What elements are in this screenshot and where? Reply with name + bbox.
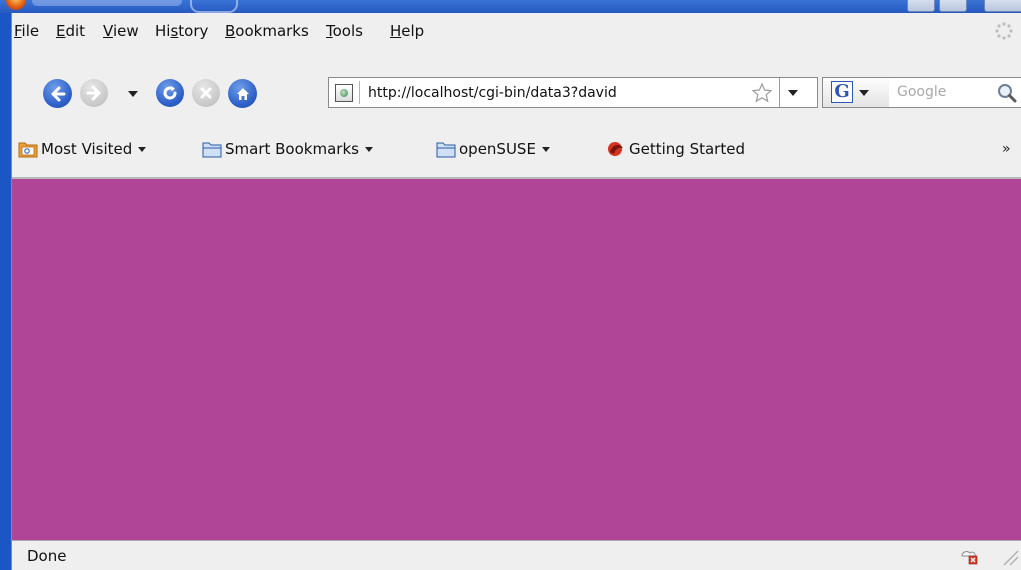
chevron-down-icon <box>541 146 550 152</box>
firefox-bookmark-icon <box>608 142 623 156</box>
menu-help[interactable]: Help <box>390 23 424 40</box>
window-title-bar <box>0 0 1021 13</box>
back-arrow-icon <box>51 86 65 101</box>
google-engine-icon: G <box>831 81 853 103</box>
url-text[interactable]: http://localhost/cgi-bin/data3?david <box>368 84 617 102</box>
history-dropdown-button[interactable] <box>128 90 138 98</box>
resize-grip-icon[interactable] <box>998 545 1020 567</box>
bookmark-getting-started[interactable]: Getting Started <box>606 139 745 159</box>
home-button[interactable] <box>228 79 257 108</box>
address-bar-separator <box>359 81 360 104</box>
bookmarks-toolbar: Most Visited Smart Bookmarks openSUSE Ge… <box>12 106 1021 159</box>
menu-edit[interactable]: Edit <box>56 23 85 40</box>
menu-view[interactable]: View <box>103 23 139 40</box>
menu-tools[interactable]: Tools <box>326 23 363 40</box>
window-title <box>32 0 182 6</box>
throbber-icon <box>995 22 1013 40</box>
minimize-window-button[interactable] <box>907 0 935 12</box>
menu-bookmarks-rest: ookmarks <box>235 22 309 40</box>
most-visited-folder-icon <box>18 142 38 158</box>
bookmarks-overflow-button[interactable]: » <box>1002 141 1011 157</box>
address-dropdown-separator <box>779 78 780 107</box>
folder-icon <box>436 142 456 158</box>
maximize-window-button[interactable] <box>939 0 967 12</box>
bookmark-label: Smart Bookmarks <box>225 140 359 158</box>
back-button[interactable] <box>43 79 72 108</box>
offline-status-icon[interactable] <box>958 544 980 566</box>
bookmark-star-icon[interactable] <box>751 82 773 104</box>
menu-bar: File Edit View History Bookmarks Tools H… <box>12 13 1021 46</box>
folder-icon <box>202 142 222 158</box>
bookmark-label: openSUSE <box>459 140 536 158</box>
page-content <box>11 179 1021 540</box>
menu-view-rest: iew <box>112 22 139 40</box>
chevron-down-icon <box>128 91 138 97</box>
address-bar[interactable]: http://localhost/cgi-bin/data3?david <box>328 77 818 108</box>
search-engine-button[interactable]: G <box>822 77 890 108</box>
chevron-down-icon <box>364 146 373 152</box>
menu-history[interactable]: History <box>155 23 208 40</box>
bookmark-smart-bookmarks[interactable]: Smart Bookmarks <box>202 139 373 159</box>
bookmark-most-visited[interactable]: Most Visited <box>18 139 147 159</box>
status-bar: Done <box>11 540 1021 570</box>
bookmark-label: Getting Started <box>629 140 745 158</box>
menu-bookmarks[interactable]: Bookmarks <box>225 23 309 40</box>
menu-history-pre: Hi <box>155 22 171 40</box>
window-title-decoration <box>190 0 238 13</box>
menu-file[interactable]: File <box>14 23 39 40</box>
stop-button <box>192 79 220 107</box>
home-icon <box>236 87 249 100</box>
forward-arrow-icon <box>86 85 101 101</box>
browser-chrome: File Edit View History Bookmarks Tools H… <box>11 13 1021 179</box>
firefox-app-icon <box>6 0 26 10</box>
close-window-button[interactable] <box>984 0 1021 12</box>
navigation-toolbar: http://localhost/cgi-bin/data3?david G G… <box>12 46 1021 108</box>
bookmark-opensuse[interactable]: openSUSE <box>436 139 550 159</box>
forward-button <box>80 79 108 107</box>
menu-help-rest: elp <box>401 22 425 40</box>
chevron-down-icon <box>859 90 869 96</box>
menu-edit-rest: dit <box>65 22 86 40</box>
search-icon[interactable] <box>996 82 1018 104</box>
reload-button[interactable] <box>156 79 184 107</box>
chevron-down-icon <box>138 146 147 152</box>
menu-file-rest: ile <box>21 22 40 40</box>
menu-tools-rest: ools <box>332 22 363 40</box>
reload-icon <box>163 86 177 100</box>
menu-history-rest: tory <box>178 22 209 40</box>
search-input[interactable]: Google <box>889 77 1021 108</box>
bookmark-label: Most Visited <box>41 140 133 158</box>
address-dropdown-icon[interactable] <box>788 90 798 96</box>
stop-icon <box>200 87 212 99</box>
search-placeholder: Google <box>897 84 947 100</box>
status-text: Done <box>27 547 67 565</box>
site-identity-icon[interactable] <box>335 84 353 102</box>
